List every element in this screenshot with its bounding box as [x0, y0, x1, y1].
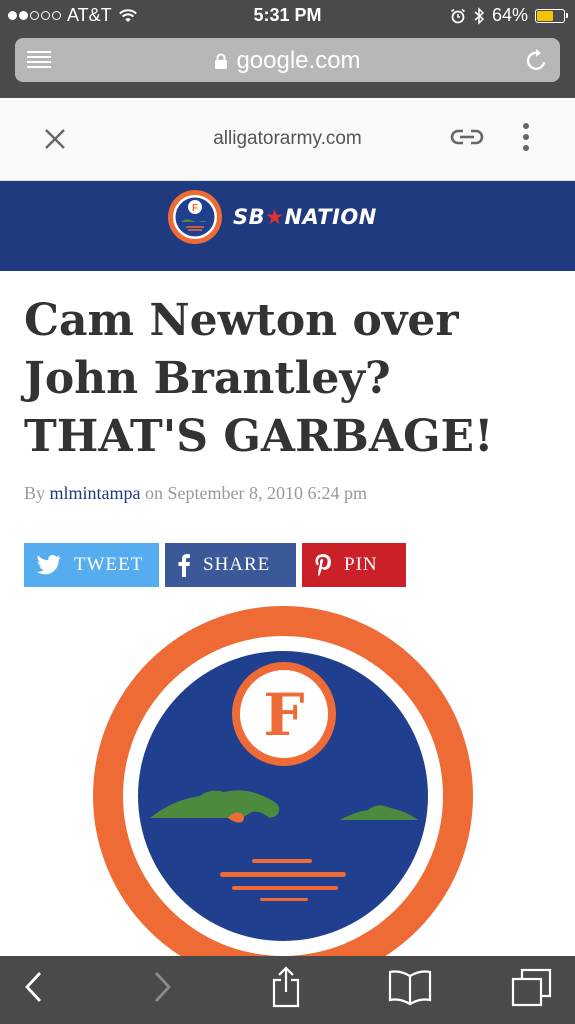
- tweet-button[interactable]: TWEET: [24, 543, 159, 587]
- battery-icon: [535, 8, 568, 23]
- browser-chrome: AT&T 5:31 PM 64% google.com: [0, 0, 575, 98]
- star-icon: ★: [265, 205, 285, 229]
- byline: By mlmintampa on September 8, 2010 6:24 …: [24, 483, 367, 504]
- tweet-label: TWEET: [74, 554, 144, 575]
- browser-toolbar: [0, 956, 575, 1024]
- facebook-f-icon: [177, 553, 191, 577]
- share-label: SHARE: [203, 554, 271, 575]
- author-link[interactable]: mlmintampa: [50, 483, 141, 503]
- brand-right: NATION: [284, 205, 377, 229]
- link-icon[interactable]: [450, 125, 484, 149]
- alarm-icon: [450, 8, 465, 23]
- pinterest-p-icon: [314, 553, 332, 577]
- battery-fill: [537, 10, 553, 21]
- facebook-share-button[interactable]: SHARE: [165, 543, 296, 587]
- address-domain: google.com: [236, 47, 361, 74]
- logo-letter: F: [263, 681, 304, 749]
- svg-text:F: F: [192, 203, 198, 214]
- alligator-army-logo: F: [168, 190, 222, 244]
- reload-icon[interactable]: [526, 48, 548, 72]
- tabs-icon[interactable]: [510, 968, 552, 1008]
- amp-domain: alligatorarmy.com: [213, 128, 362, 149]
- brand-left: SB: [233, 205, 266, 229]
- sbnation-wordmark: SB★NATION: [233, 205, 377, 229]
- bookmarks-icon[interactable]: [388, 968, 432, 1006]
- lock-icon: [215, 53, 228, 70]
- bluetooth-icon: [474, 6, 485, 25]
- share-icon[interactable]: [270, 966, 302, 1008]
- pin-label: PIN: [344, 554, 378, 575]
- twitter-bird-icon: [36, 554, 62, 576]
- more-icon[interactable]: [520, 122, 532, 152]
- pinterest-pin-button[interactable]: PIN: [302, 543, 406, 587]
- back-icon[interactable]: [22, 970, 46, 1004]
- article-date: September 8, 2010 6:24 pm: [167, 483, 367, 503]
- site-banner[interactable]: F SB★NATION: [0, 181, 575, 271]
- status-bar: AT&T 5:31 PM 64%: [0, 0, 575, 32]
- article-headline: Cam Newton over John Brantley? THAT'S GA…: [24, 295, 494, 462]
- address-display[interactable]: google.com: [15, 47, 560, 75]
- address-bar[interactable]: google.com: [15, 38, 560, 82]
- byline-on: on: [145, 483, 163, 503]
- f-badge-icon: F: [232, 662, 336, 766]
- battery-percent: 64%: [491, 5, 528, 25]
- forward-icon[interactable]: [150, 970, 174, 1004]
- status-right: 64%: [450, 5, 568, 26]
- byline-prefix: By: [24, 483, 46, 503]
- alligator-army-hero-logo: F: [93, 606, 473, 956]
- amp-header: alligatorarmy.com: [0, 98, 575, 181]
- share-buttons: TWEET SHARE PIN: [24, 543, 406, 587]
